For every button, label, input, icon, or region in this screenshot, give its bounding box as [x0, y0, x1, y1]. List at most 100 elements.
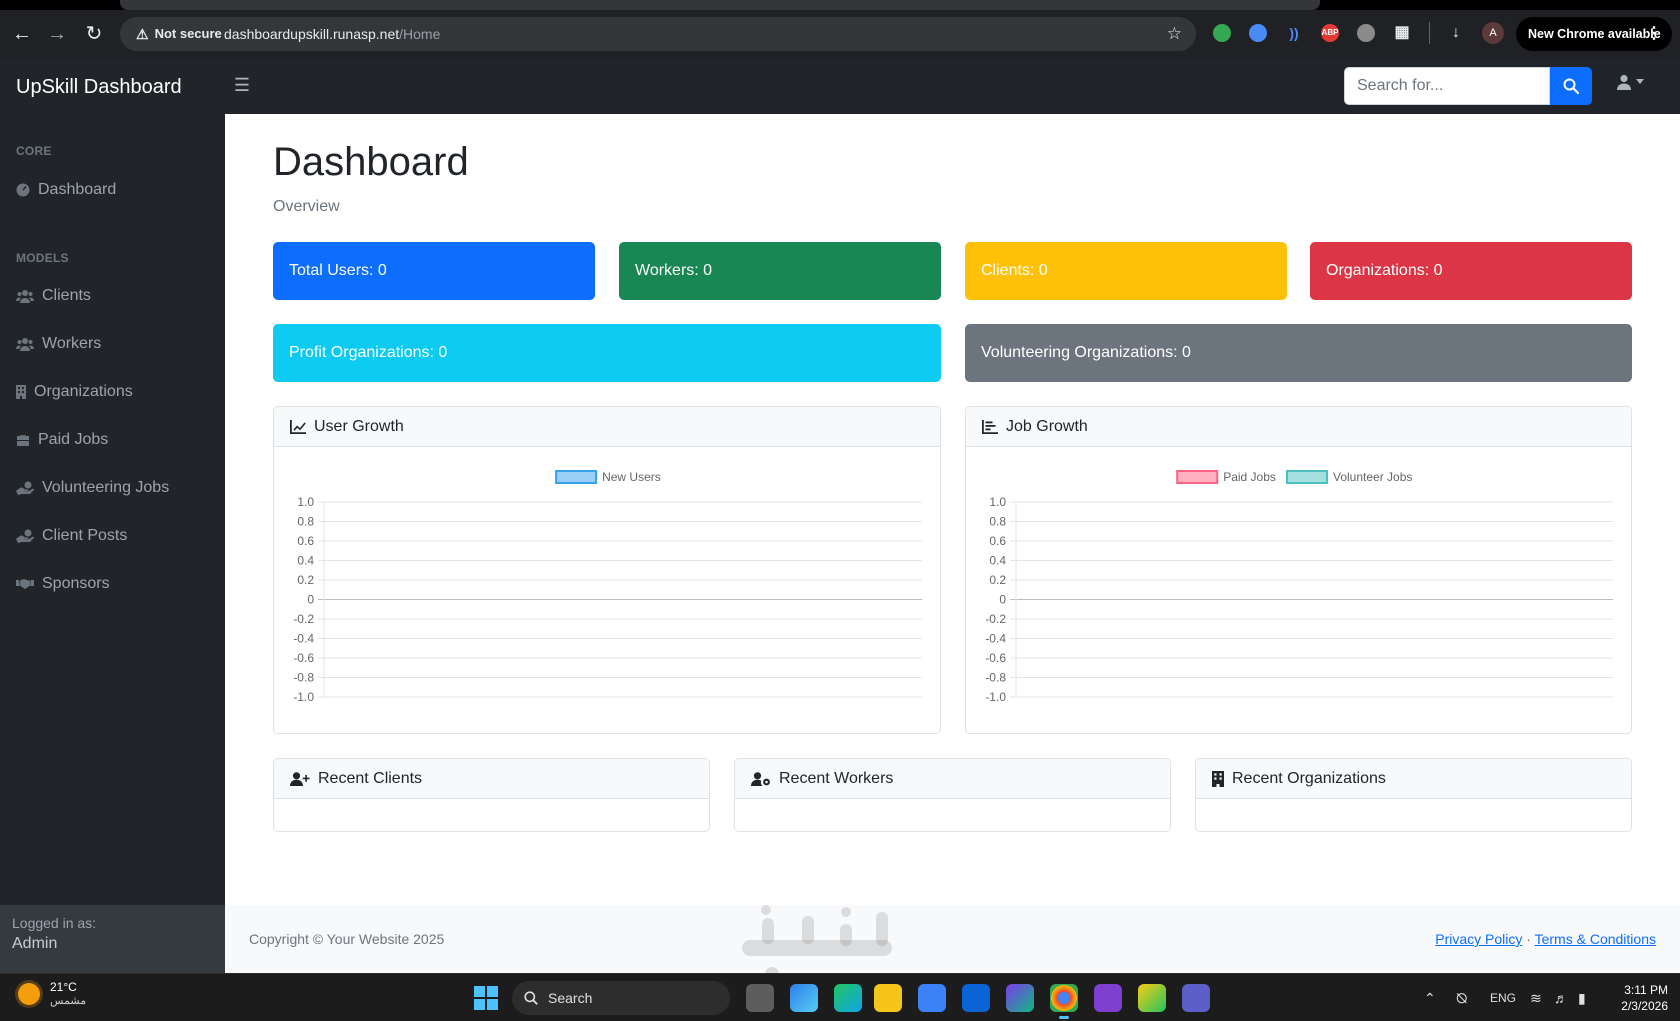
adblock-extension-icon[interactable]: ABP — [1321, 24, 1339, 42]
update-label: New Chrome available — [1528, 27, 1661, 41]
chrome-icon[interactable] — [1050, 984, 1078, 1019]
sidebar-item-label: Workers — [42, 335, 102, 352]
privacy-policy-link[interactable]: Privacy Policy — [1435, 931, 1522, 947]
legend-swatch-0[interactable] — [1176, 470, 1219, 484]
notifications-off-icon[interactable]: ⦰ — [1456, 974, 1467, 1021]
input-language[interactable]: ENG — [1490, 974, 1516, 1021]
task-view-icon[interactable] — [746, 984, 774, 1012]
chrome-update-button[interactable]: New Chrome available ⋮ — [1516, 17, 1672, 51]
page-footer: Copyright © Your Website 2025 Privacy Po… — [225, 905, 1680, 973]
sidebar-item-client-posts[interactable]: Client Posts — [16, 521, 127, 551]
terms-conditions-link[interactable]: Terms & Conditions — [1535, 931, 1656, 947]
search-button[interactable] — [1550, 67, 1592, 105]
weather-widget[interactable]: 21°C مشمس — [18, 980, 86, 1007]
hand-holding-icon — [16, 529, 34, 543]
sidebar-item-organizations[interactable]: Organizations — [16, 377, 133, 407]
shield-extension-icon[interactable] — [1213, 24, 1231, 42]
microsoft-store-icon[interactable] — [918, 984, 946, 1012]
legend-label-0[interactable]: Paid Jobs — [1223, 470, 1276, 484]
user-growth-header: User Growth — [274, 407, 940, 447]
back-arrow-icon[interactable]: ← — [10, 22, 34, 46]
y-tick-label: 0 — [307, 593, 314, 607]
stat-card-workers[interactable]: Workers: 0 — [619, 242, 941, 300]
address-bar[interactable]: ⚠ Not secure dashboardupskill.runasp.net… — [120, 17, 1196, 51]
sidebar: CORE Dashboard MODELS Clients Workers Or… — [0, 114, 225, 973]
search-input[interactable] — [1344, 67, 1550, 105]
footer-links: Privacy Policy · Terms & Conditions — [1435, 905, 1656, 973]
clock-time: 3:11 PM — [1624, 983, 1668, 997]
battery-icon[interactable]: ▮ — [1578, 974, 1586, 1021]
download-icon[interactable]: ↓ — [1447, 24, 1465, 42]
volume-icon[interactable]: ♬ — [1554, 974, 1568, 1021]
sidebar-item-workers[interactable]: Workers — [16, 329, 101, 359]
windows-start-icon[interactable] — [474, 986, 498, 1010]
sidebar-item-volunteering-jobs[interactable]: Volunteering Jobs — [16, 473, 169, 503]
navbar-search — [1344, 67, 1592, 105]
sidebar-item-label: Organizations — [34, 383, 133, 400]
sidebar-toggle-icon[interactable]: ☰ — [232, 75, 252, 96]
main-content: Dashboard Overview Total Users: 0 Worker… — [225, 114, 1680, 973]
job-growth-chart: Paid Jobs Volunteer Jobs 1.0 0.8 0.6 0.4 0.2 0 -… — [985, 470, 1613, 704]
teams-icon[interactable] — [1182, 984, 1210, 1012]
forward-arrow-icon[interactable]: → — [45, 22, 69, 46]
breadcrumb: Overview — [273, 198, 340, 215]
stat-card-clients[interactable]: Clients: 0 — [965, 242, 1287, 300]
file-explorer-icon[interactable] — [874, 984, 902, 1012]
tray-overflow-chevron-icon[interactable]: ⌃ — [1424, 974, 1436, 1021]
stat-card-organizations[interactable]: Organizations: 0 — [1310, 242, 1632, 300]
snipping-tool-icon[interactable] — [1138, 984, 1166, 1012]
microsoft-365-icon[interactable] — [1006, 984, 1034, 1012]
url-text[interactable]: dashboardupskill.runasp.net/Home — [224, 17, 440, 51]
sidebar-item-label: Client Posts — [42, 527, 128, 544]
y-tick-label: 0 — [999, 593, 1006, 607]
stat-card-volunteering-organizations[interactable]: Volunteering Organizations: 0 — [965, 324, 1632, 382]
sidebar-item-sponsors[interactable]: Sponsors — [16, 569, 110, 599]
edge-browser-icon[interactable] — [790, 984, 818, 1012]
eraser-extension-icon[interactable] — [1357, 24, 1375, 42]
puzzle-extensions-icon[interactable]: ▦ — [1393, 24, 1411, 42]
legend-label-1[interactable]: Volunteer Jobs — [1333, 470, 1412, 484]
wifi-icon[interactable]: ≋ — [1530, 974, 1542, 1021]
wave-extension-icon[interactable]: )) — [1285, 24, 1303, 42]
reload-icon[interactable]: ↻ — [82, 22, 106, 46]
sidebar-item-dashboard[interactable]: Dashboard — [16, 175, 116, 205]
profile-avatar[interactable]: A — [1482, 22, 1504, 44]
not-secure-badge[interactable]: ⚠ Not secure — [128, 22, 230, 46]
legend-label-0[interactable]: New Users — [602, 470, 661, 484]
system-clock[interactable]: 3:11 PM 2/3/2026 — [1606, 982, 1668, 1014]
stat-card-total-users[interactable]: Total Users: 0 — [273, 242, 595, 300]
sidebar-item-paid-jobs[interactable]: Paid Jobs — [16, 425, 108, 455]
copilot-icon[interactable] — [834, 984, 862, 1012]
taskbar-search[interactable]: Search — [512, 981, 730, 1015]
y-tick-label: -0.8 — [293, 671, 314, 685]
logged-in-user: Admin — [12, 935, 58, 952]
stat-card-profit-organizations[interactable]: Profit Organizations: 0 — [273, 324, 941, 382]
bookmark-star-icon[interactable]: ☆ — [1167, 17, 1182, 51]
sidebar-item-clients[interactable]: Clients — [16, 281, 91, 311]
y-tick-label: -0.2 — [985, 612, 1006, 626]
outlook-icon[interactable] — [962, 984, 990, 1012]
legend-swatch-1[interactable] — [1286, 470, 1328, 484]
y-tick-label: 1.0 — [297, 495, 314, 509]
sidebar-heading-core: CORE — [16, 144, 52, 158]
user-menu-dropdown[interactable] — [1616, 74, 1644, 90]
more-menu-icon[interactable]: ⋮ — [1646, 17, 1662, 51]
visual-studio-icon[interactable] — [1094, 984, 1122, 1012]
sidebar-item-label: Paid Jobs — [38, 431, 109, 448]
search-icon — [1563, 78, 1579, 94]
toolbar-separator — [1429, 22, 1430, 44]
taskbar-search-label: Search — [548, 990, 593, 1006]
warning-triangle-icon: ⚠ — [136, 26, 149, 42]
briefcase-icon — [17, 434, 29, 446]
brand-logo-text[interactable]: UpSkill Dashboard — [16, 58, 182, 116]
globe-extension-icon[interactable] — [1249, 24, 1267, 42]
recent-workers-card: Recent Workers — [734, 758, 1171, 832]
legend-swatch-0[interactable] — [555, 470, 598, 484]
caret-down-icon — [1636, 79, 1644, 84]
sidebar-item-label: Clients — [42, 287, 91, 304]
y-tick-label: 1.0 — [989, 495, 1006, 509]
user-growth-chart: New Users 1.0 0.8 0.6 0.4 0.2 0 -0.2 -0.4 -0.6 -0.… — [293, 470, 922, 704]
search-icon — [524, 991, 538, 1005]
y-tick-label: -0.4 — [293, 632, 314, 646]
tab-strip — [120, 0, 1320, 10]
